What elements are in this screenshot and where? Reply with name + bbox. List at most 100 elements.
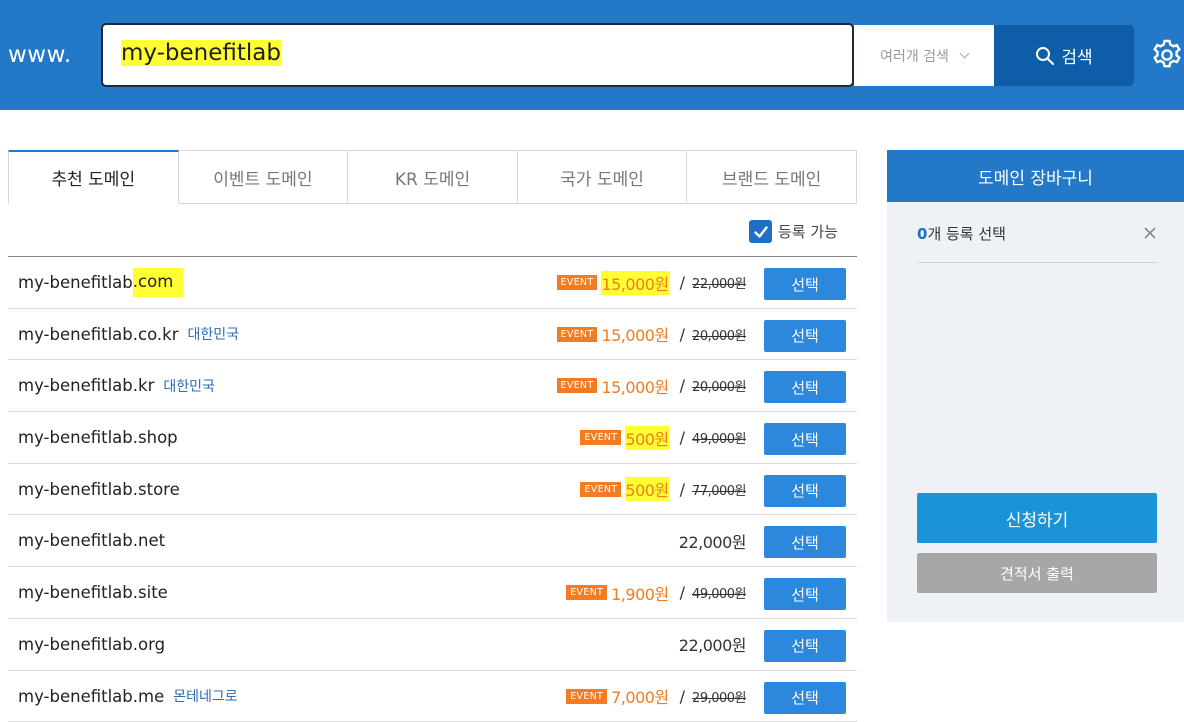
domain-search-input[interactable]: my-benefitlab: [101, 23, 854, 87]
select-button[interactable]: 선택: [764, 475, 846, 507]
domain-row: my-benefitlab.shopEVENT500원/49,000원선택: [8, 412, 857, 464]
domain-base: my-benefitlab: [18, 428, 133, 447]
sale-price: 500원: [625, 477, 668, 501]
original-price: 29,000원: [692, 687, 746, 706]
search-input-value[interactable]: my-benefitlab: [121, 40, 281, 66]
price-area: EVENT500원/49,000원: [580, 412, 746, 463]
event-badge: EVENT: [566, 689, 607, 704]
select-button[interactable]: 선택: [764, 268, 846, 300]
tab-2[interactable]: KR 도메인: [348, 150, 518, 204]
domain-row: my-benefitlab.storeEVENT500원/77,000원선택: [8, 464, 857, 516]
domain-name: my-benefitlab.me몬테네그로: [18, 671, 238, 722]
original-price: 20,000원: [692, 376, 746, 395]
event-badge: EVENT: [557, 275, 598, 290]
select-button[interactable]: 선택: [764, 423, 846, 455]
sale-price: 1,900원: [611, 581, 669, 605]
price-separator: /: [680, 428, 685, 447]
domain-result-list: my-benefitlab.comEVENT15,000원/22,000원선택m…: [8, 256, 857, 722]
country-label: 몬테네그로: [173, 686, 237, 706]
domain-category-tabs: 추천 도메인이벤트 도메인KR 도메인국가 도메인브랜드 도메인: [8, 150, 857, 204]
price-area: EVENT15,000원 / 22,000원: [557, 257, 746, 308]
cart-count-number: 0: [917, 225, 927, 243]
sale-price: 15,000원: [601, 322, 668, 346]
top-search-bar: www. my-benefitlab 여러개 검색 검색: [0, 0, 1184, 110]
domain-tld: .org: [133, 635, 165, 654]
domain-row: my-benefitlab.me몬테네그로EVENT7,000원/29,000원…: [8, 671, 857, 722]
sale-price: 7,000원: [611, 684, 669, 708]
domain-base: my-benefitlab: [18, 531, 133, 550]
domain-base: my-benefitlab: [18, 635, 133, 654]
domain-base: my-benefitlab: [18, 376, 133, 395]
price-area: EVENT 7,000원 / 29,000원: [566, 671, 746, 722]
gear-icon[interactable]: [1150, 38, 1184, 72]
select-button[interactable]: 선택: [764, 682, 846, 714]
price-area: EVENT15,000원/20,000원: [557, 309, 746, 360]
apply-button[interactable]: 신청하기: [917, 493, 1157, 543]
checkmark-icon: [753, 224, 769, 240]
available-checkbox[interactable]: [749, 220, 772, 243]
price-area: EVENT 1,900원 / 49,000원: [566, 567, 746, 618]
event-badge: EVENT: [557, 327, 598, 342]
original-price: 49,000원: [692, 583, 746, 602]
domain-row: my-benefitlab.kr대한민국EVENT15,000원/20,000원…: [8, 360, 857, 412]
original-price: 49,000원: [692, 428, 746, 447]
sale-price: 15,000원: [601, 374, 668, 398]
print-quote-button[interactable]: 견적서 출력: [917, 553, 1157, 593]
price-separator: /: [680, 480, 685, 499]
event-badge: EVENT: [566, 585, 607, 600]
cart-count-suffix: 개 등록 선택: [927, 225, 1006, 243]
domain-tld: .com: [133, 268, 184, 297]
select-button[interactable]: 선택: [764, 320, 846, 352]
tab-1[interactable]: 이벤트 도메인: [179, 150, 349, 204]
original-price: 22,000원: [692, 273, 746, 292]
chevron-down-icon: [959, 49, 969, 59]
select-button[interactable]: 선택: [764, 371, 846, 403]
select-button[interactable]: 선택: [764, 526, 846, 558]
domain-name: my-benefitlab.co.kr대한민국: [18, 309, 239, 360]
domain-base: my-benefitlab: [18, 480, 133, 499]
domain-row: my-benefitlab.org22,000원선택: [8, 619, 857, 671]
domain-name: my-benefitlab.net: [18, 515, 165, 566]
www-prefix: www.: [8, 42, 72, 68]
cart-divider: [917, 262, 1157, 263]
country-label: 대한민국: [188, 324, 240, 344]
domain-name: my-benefitlab.org: [18, 619, 165, 670]
tab-4[interactable]: 브랜드 도메인: [687, 150, 857, 204]
domain-tld: .net: [133, 531, 165, 550]
price-separator: /: [680, 273, 685, 292]
sale-price: 500원: [625, 426, 668, 450]
search-icon: [1035, 46, 1055, 66]
close-icon[interactable]: [1142, 225, 1158, 241]
domain-name: my-benefitlab.kr 대한민국: [18, 360, 215, 411]
price-separator: /: [680, 687, 685, 706]
cart-title: 도메인 장바구니: [887, 150, 1184, 202]
country-label: 대한민국: [163, 376, 215, 396]
price-area: 22,000원: [679, 515, 746, 566]
domain-row: my-benefitlab.co.kr대한민국 EVENT15,000원/20,0…: [8, 309, 857, 361]
original-price: 77,000원: [692, 480, 746, 499]
tab-3[interactable]: 국가 도메인: [518, 150, 688, 204]
domain-name: my-benefitlab.shop: [18, 412, 178, 463]
domain-tld: .store: [133, 480, 180, 499]
multi-search-dropdown[interactable]: 여러개 검색: [854, 25, 994, 86]
original-price: 20,000원: [692, 325, 746, 344]
domain-row: my-benefitlab.net 22,000원 선택: [8, 515, 857, 567]
domain-tld: .me: [133, 687, 164, 706]
sale-price: 15,000원: [601, 271, 668, 295]
domain-base: my-benefitlab: [18, 273, 133, 292]
search-button[interactable]: 검색: [994, 25, 1134, 86]
price-area: EVENT500원/77,000원: [580, 464, 746, 515]
select-button[interactable]: 선택: [764, 630, 846, 662]
select-button[interactable]: 선택: [764, 578, 846, 610]
domain-base: my-benefitlab: [18, 583, 133, 602]
available-only-filter[interactable]: 등록 가능: [749, 220, 838, 243]
price-separator: /: [680, 376, 685, 395]
search-button-label: 검색: [1061, 43, 1092, 68]
tab-0[interactable]: 추천 도메인: [8, 150, 179, 204]
domain-tld: .shop: [133, 428, 178, 447]
domain-base: my-benefitlab: [18, 325, 133, 344]
price-separator: /: [680, 583, 685, 602]
domain-tld: .kr: [133, 376, 155, 395]
domain-tld: .site: [133, 583, 168, 602]
domain-name: my-benefitlab.store: [18, 464, 180, 515]
